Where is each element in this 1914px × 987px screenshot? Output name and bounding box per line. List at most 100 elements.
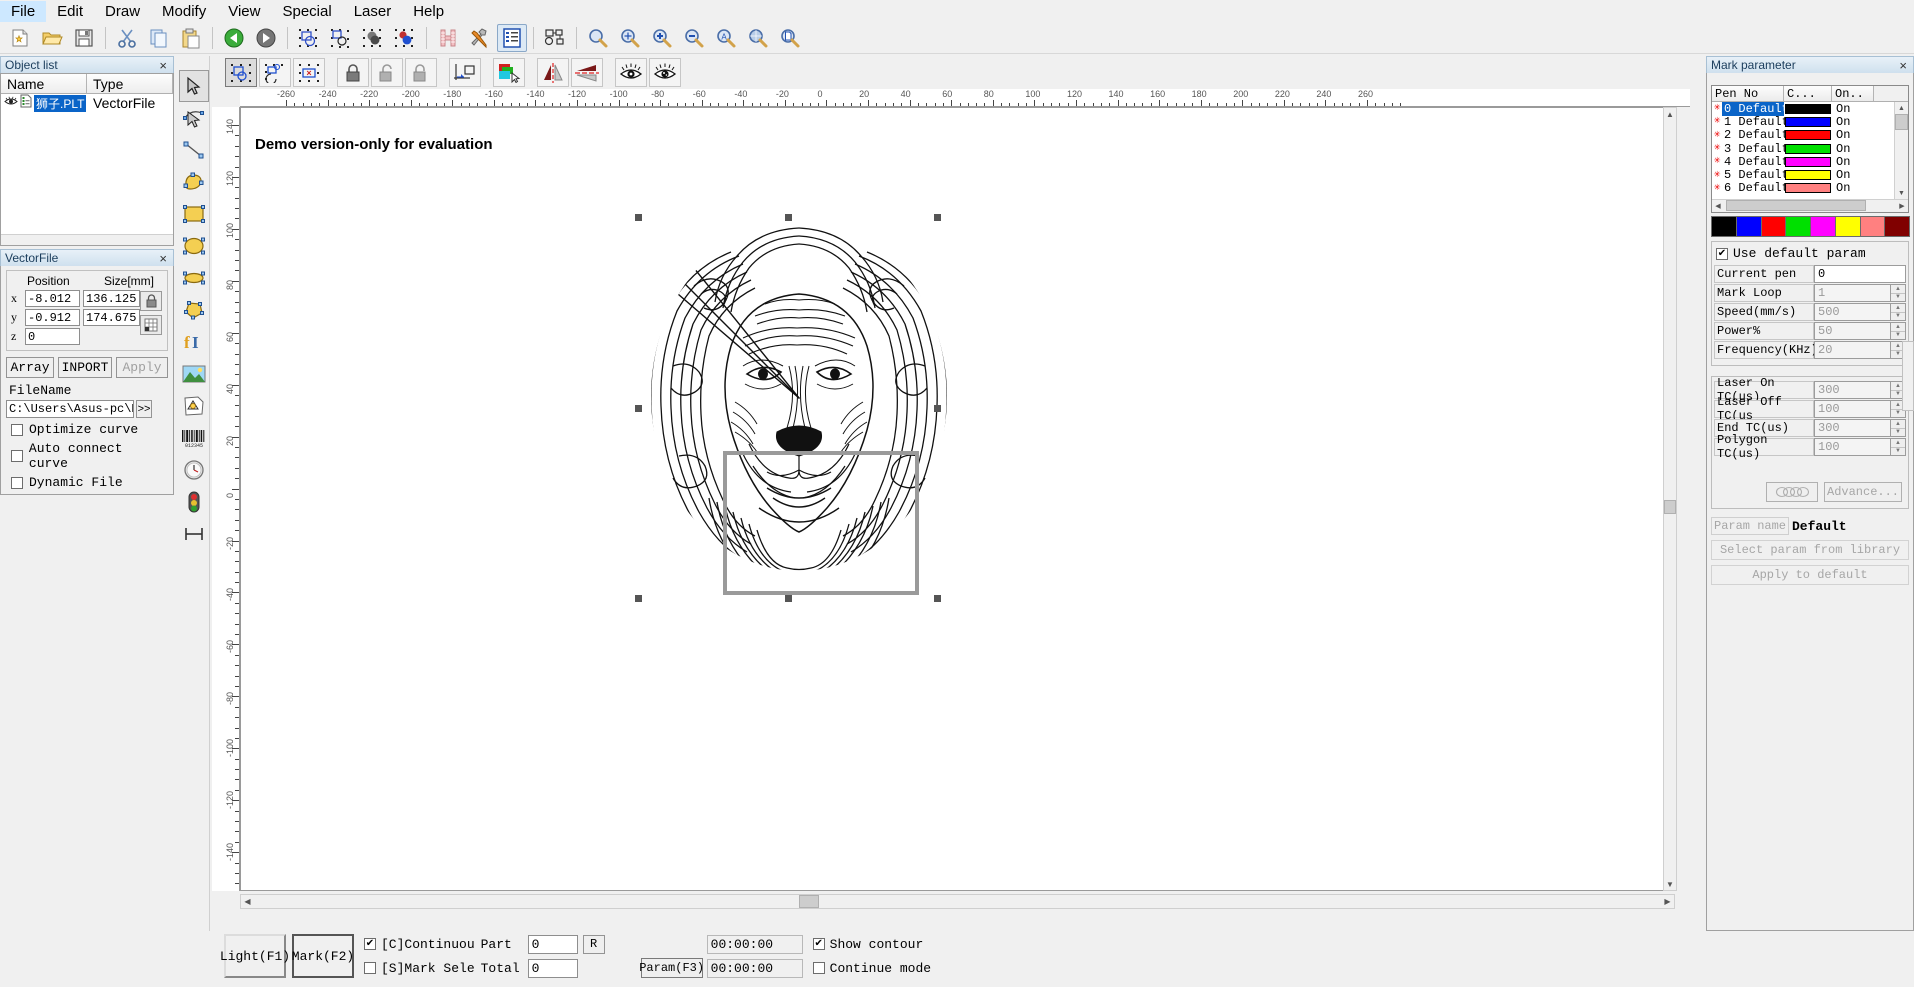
hscroll-thumb[interactable] bbox=[799, 895, 819, 908]
scroll-left-arrow[interactable]: ◀ bbox=[241, 895, 254, 908]
pen-scroll-left-arrow[interactable]: ◀ bbox=[1712, 200, 1724, 211]
field-input-power[interactable]: 50 bbox=[1814, 322, 1891, 340]
light-button[interactable]: Light(F1) bbox=[220, 934, 290, 978]
bitmap-tool-icon[interactable] bbox=[179, 358, 209, 390]
selection-handle-bc[interactable] bbox=[785, 595, 792, 602]
show-hide-icon[interactable] bbox=[615, 58, 647, 87]
selection-handle-br[interactable] bbox=[934, 595, 941, 602]
pen-color-swatch[interactable] bbox=[1785, 183, 1831, 194]
advance-button[interactable]: Advance... bbox=[1824, 482, 1902, 502]
spinner-mark-loop[interactable]: ▲ ▼ bbox=[1891, 284, 1906, 302]
auto-connect-curve-checkbox[interactable] bbox=[11, 450, 23, 462]
show-contour-checkbox[interactable]: ✔ bbox=[812, 938, 825, 950]
color-swatch[interactable] bbox=[1810, 216, 1836, 237]
apply-to-default-button[interactable]: Apply to default bbox=[1711, 565, 1909, 585]
oval-tool-icon[interactable] bbox=[179, 262, 209, 294]
browse-file-button[interactable]: >> bbox=[136, 400, 152, 418]
node-edit-icon[interactable] bbox=[540, 24, 570, 52]
menu-item-file[interactable]: File bbox=[0, 0, 47, 22]
pen-row[interactable]: ✳ 2 Default On bbox=[1712, 128, 1908, 142]
pen-enabled-star-icon[interactable]: ✳ bbox=[1712, 116, 1722, 127]
pen-enabled-star-icon[interactable]: ✳ bbox=[1712, 143, 1722, 154]
tools-icon[interactable] bbox=[465, 24, 495, 52]
optimize-curve-checkbox[interactable] bbox=[11, 423, 23, 436]
field-input-laser-off-tc[interactable]: 100 bbox=[1814, 400, 1891, 418]
filename-input[interactable]: C:\Users\Asus-pc\Desl bbox=[6, 400, 134, 418]
visibility-eye-icon[interactable] bbox=[4, 94, 18, 112]
vector-file-tool-icon[interactable] bbox=[179, 390, 209, 422]
color-swatch[interactable] bbox=[1834, 216, 1861, 237]
spinner-end-tc[interactable]: ▲ ▼ bbox=[1891, 419, 1906, 437]
zoom-object-icon[interactable] bbox=[743, 24, 773, 52]
deselect-icon[interactable]: × bbox=[293, 58, 325, 87]
zoom-in-icon[interactable] bbox=[647, 24, 677, 52]
color-swatch[interactable] bbox=[1785, 216, 1811, 237]
menu-item-help[interactable]: Help bbox=[402, 1, 455, 22]
barcode-tool-icon[interactable]: 012345 bbox=[179, 422, 209, 454]
pen-scroll-right-arrow[interactable]: ▶ bbox=[1896, 200, 1908, 211]
reset-count-button[interactable]: R bbox=[582, 934, 605, 954]
optimize-curve-row[interactable]: Optimize curve bbox=[11, 422, 168, 437]
save-file-icon[interactable] bbox=[69, 24, 99, 52]
object-name-cell[interactable]: 狮子.PLT bbox=[4, 94, 87, 113]
vscroll-thumb[interactable] bbox=[1664, 500, 1676, 514]
continue-mode-row[interactable]: Continue mode bbox=[812, 956, 931, 980]
size-y-input[interactable]: 174.675 bbox=[83, 309, 140, 326]
field-input-mark-loop[interactable]: 1 bbox=[1814, 284, 1891, 302]
new-file-icon[interactable] bbox=[5, 24, 35, 52]
lion-vector-artwork[interactable] bbox=[639, 216, 959, 616]
show-contour-row[interactable]: ✔ Show contour bbox=[812, 932, 931, 956]
pen-list-table[interactable]: Pen No C... On.. ✳ 0 Default On ✳ 1 Default O… bbox=[1711, 85, 1909, 213]
field-input-laser-on-tc[interactable]: 300 bbox=[1814, 381, 1891, 399]
zoom-icon[interactable] bbox=[583, 24, 613, 52]
column-header-name[interactable]: Name bbox=[1, 74, 87, 93]
size-x-input[interactable]: 136.125 bbox=[83, 290, 140, 307]
column-header-type[interactable]: Type bbox=[87, 74, 173, 93]
curve-tool-icon[interactable] bbox=[179, 166, 209, 198]
pen-enabled-star-icon[interactable]: ✳ bbox=[1712, 103, 1722, 114]
color-swatch[interactable] bbox=[1859, 216, 1886, 237]
field-input-current-pen[interactable]: 0 bbox=[1814, 265, 1906, 283]
object-list-icon[interactable] bbox=[497, 23, 527, 52]
pen-row[interactable]: ✳ 4 Default On bbox=[1712, 155, 1908, 169]
field-input-frequency[interactable]: 20 bbox=[1814, 341, 1891, 359]
selection-handle-tl[interactable] bbox=[635, 214, 642, 221]
param-name-value[interactable]: Default bbox=[1789, 517, 1909, 535]
dynamic-file-checkbox[interactable] bbox=[11, 476, 23, 489]
node-edit-tool-icon[interactable] bbox=[179, 102, 209, 134]
zoom-page-icon[interactable] bbox=[775, 24, 805, 52]
scroll-up-arrow[interactable]: ▲ bbox=[1664, 108, 1676, 120]
position-x-input[interactable]: -8.012 bbox=[25, 290, 80, 307]
pen-color-swatch[interactable] bbox=[1785, 103, 1831, 114]
zoom-pan-icon[interactable] bbox=[615, 24, 645, 52]
lock-icon[interactable] bbox=[337, 58, 369, 87]
pen-hscroll-thumb[interactable] bbox=[1726, 200, 1866, 211]
pen-color-swatch[interactable] bbox=[1785, 116, 1831, 127]
pen-enabled-star-icon[interactable]: ✳ bbox=[1712, 169, 1722, 181]
column-header-color[interactable]: C... bbox=[1784, 86, 1832, 101]
field-input-speed[interactable]: 500 bbox=[1814, 303, 1891, 321]
copy-icon[interactable] bbox=[144, 24, 174, 52]
color-swatch[interactable] bbox=[1760, 216, 1787, 237]
continuous-checkbox[interactable]: ✔ bbox=[364, 938, 376, 950]
redo-icon[interactable] bbox=[251, 24, 281, 52]
pen-scroll-down-arrow[interactable]: ▼ bbox=[1895, 187, 1908, 199]
continue-mode-checkbox[interactable] bbox=[812, 962, 825, 974]
align-origin-icon[interactable] bbox=[449, 58, 481, 87]
select-tool-icon[interactable] bbox=[178, 70, 209, 102]
pen-scroll-up-arrow[interactable]: ▲ bbox=[1895, 102, 1908, 114]
selection-handle-tr[interactable] bbox=[934, 214, 941, 221]
scroll-right-arrow[interactable]: ▶ bbox=[1661, 895, 1674, 908]
pen-color-swatch[interactable] bbox=[1785, 156, 1831, 167]
import-button[interactable]: INPORT bbox=[58, 357, 112, 378]
unlock-icon[interactable] bbox=[371, 58, 403, 87]
spinner-polygon-tc[interactable]: ▲ ▼ bbox=[1891, 438, 1906, 456]
cut-icon[interactable] bbox=[112, 24, 142, 52]
mark-selected-checkbox[interactable] bbox=[364, 962, 376, 974]
position-y-input[interactable]: -0.912 bbox=[25, 309, 80, 326]
selection-handle-ml[interactable] bbox=[635, 405, 642, 412]
zoom-all-icon[interactable]: A bbox=[711, 24, 741, 52]
panel-collapse-tab[interactable] bbox=[1902, 341, 1914, 411]
pen-row[interactable]: ✳ 5 Default On bbox=[1712, 168, 1908, 182]
select-next-icon[interactable] bbox=[259, 58, 291, 87]
